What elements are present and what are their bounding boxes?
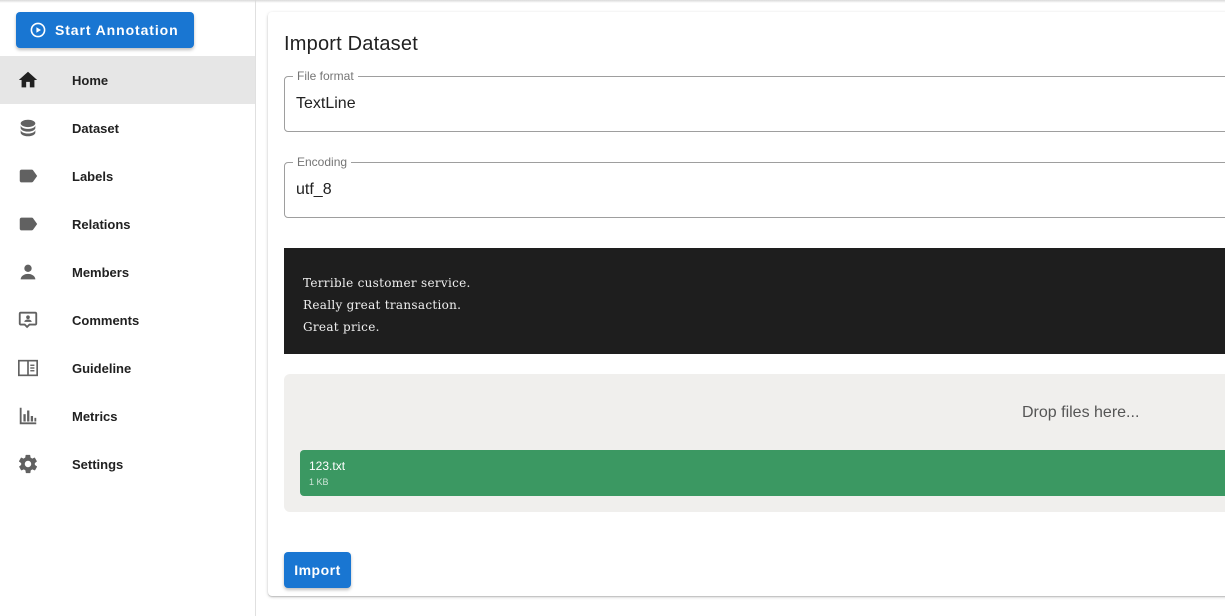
gear-icon — [16, 452, 40, 476]
example-line: Great price. — [303, 320, 380, 334]
sidebar-item-home[interactable]: Home — [0, 56, 255, 104]
file-name: 123.txt — [309, 459, 346, 473]
file-format-label: File format — [293, 69, 358, 83]
sidebar-item-label: Members — [72, 264, 130, 280]
book-open-icon — [16, 356, 40, 380]
sidebar-item-dataset[interactable]: Dataset — [0, 104, 255, 152]
encoding-select[interactable]: Encoding utf_8 — [284, 155, 1225, 218]
sidebar-item-metrics[interactable]: Metrics — [0, 392, 255, 440]
example-line: Terrible customer service. — [303, 276, 471, 290]
comment-account-icon — [16, 308, 40, 332]
file-format-select[interactable]: File format TextLine — [284, 69, 1225, 132]
drop-files-message: Drop files here... — [1022, 404, 1140, 421]
play-circle-icon — [30, 22, 46, 38]
start-annotation-button[interactable]: Start Annotation — [16, 12, 194, 48]
sidebar-item-label: Home — [72, 72, 109, 88]
sidebar-item-label: Labels — [72, 168, 114, 184]
import-button[interactable]: Import — [284, 552, 351, 588]
file-size: 1 KB — [309, 477, 329, 487]
home-icon — [16, 68, 40, 92]
sidebar-item-labels[interactable]: Labels — [0, 152, 255, 200]
sidebar-item-label: Dataset — [72, 120, 119, 136]
file-format-value: TextLine — [296, 95, 356, 112]
encoding-value: utf_8 — [296, 181, 332, 198]
sidebar-item-label: Relations — [72, 216, 131, 232]
import-dataset-card: Import Dataset File format TextLine Enco… — [268, 12, 1225, 596]
sidebar-item-label: Settings — [72, 456, 124, 472]
sidebar-item-guideline[interactable]: Guideline — [0, 344, 255, 392]
encoding-label: Encoding — [293, 155, 352, 169]
sidebar-nav: Home Dataset Labels Relations Members Co… — [0, 56, 255, 488]
example-code-block: Terrible customer service. Really great … — [284, 248, 1225, 354]
sidebar: Start Annotation Home Dataset Labels Rel… — [0, 0, 256, 616]
database-icon — [16, 116, 40, 140]
sidebar-item-label: Comments — [72, 312, 140, 328]
start-annotation-label: Start Annotation — [55, 22, 179, 38]
top-shadow — [0, 0, 1225, 3]
sidebar-item-label: Guideline — [72, 360, 132, 376]
file-dropzone[interactable]: Drop files here... 123.txt 1 KB — [284, 374, 1225, 512]
sidebar-item-label: Metrics — [72, 408, 118, 424]
chart-bar-icon — [16, 404, 40, 428]
example-line: Really great transaction. — [303, 298, 462, 312]
page-title: Import Dataset — [284, 33, 418, 55]
sidebar-item-members[interactable]: Members — [0, 248, 255, 296]
account-icon — [16, 260, 40, 284]
sidebar-item-comments[interactable]: Comments — [0, 296, 255, 344]
uploaded-file-item[interactable]: 123.txt 1 KB — [300, 450, 1225, 496]
label-icon — [16, 212, 40, 236]
sidebar-item-relations[interactable]: Relations — [0, 200, 255, 248]
label-icon — [16, 164, 40, 188]
sidebar-item-settings[interactable]: Settings — [0, 440, 255, 488]
